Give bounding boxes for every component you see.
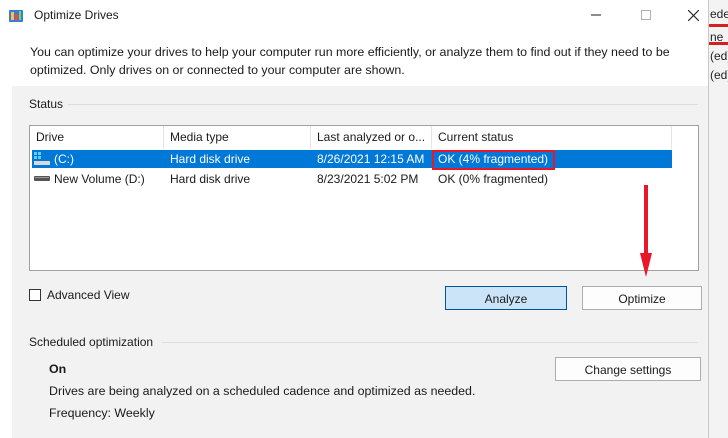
maximize-button[interactable]: [623, 0, 669, 30]
optimize-drives-app-icon: [9, 10, 23, 22]
drive-current-status: OK (0% fragmented): [438, 172, 549, 186]
drive-media-type: Hard disk drive: [170, 172, 251, 186]
optimize-button[interactable]: Optimize: [582, 286, 702, 310]
drive-media-type: Hard disk drive: [170, 152, 251, 166]
analyze-button[interactable]: Analyze: [445, 286, 567, 310]
drive-last-analyzed: 8/23/2021 5:02 PM: [317, 172, 419, 186]
background-text: (ed): [710, 49, 728, 63]
schedule-section-label: Scheduled optimization: [29, 335, 154, 349]
minimize-icon: [591, 14, 601, 16]
status-divider: [68, 104, 698, 105]
column-header-media-type[interactable]: Media type: [164, 126, 311, 149]
schedule-state: On: [49, 362, 67, 376]
advanced-view-label[interactable]: Advanced View: [47, 288, 130, 302]
change-settings-button[interactable]: Change settings: [555, 357, 701, 381]
drive-last-analyzed: 8/26/2021 12:15 AM: [317, 152, 425, 166]
column-header-current-status[interactable]: Current status: [432, 126, 672, 149]
minimize-button[interactable]: [573, 0, 619, 30]
advanced-view-checkbox[interactable]: [29, 289, 41, 301]
maximize-icon: [641, 10, 651, 20]
drive-name: New Volume (D:): [54, 172, 145, 186]
optimize-drives-window: Optimize Drives You can optimize your dr…: [0, 0, 709, 438]
drives-list[interactable]: Drive Media type Last analyzed or o... C…: [29, 125, 699, 271]
column-header-drive[interactable]: Drive: [30, 126, 164, 149]
schedule-divider: [162, 342, 698, 343]
close-icon: [687, 9, 699, 21]
drive-row-c[interactable]: (C:) Hard disk drive 8/26/2021 12:15 AM …: [32, 150, 672, 168]
hard-drive-icon: [34, 176, 50, 181]
column-header-last-analyzed[interactable]: Last analyzed or o...: [311, 126, 432, 149]
status-section-label: Status: [29, 97, 64, 111]
annotation-arrow-icon: [640, 185, 652, 277]
title-bar[interactable]: Optimize Drives: [0, 0, 708, 32]
system-drive-icon: [34, 152, 50, 165]
background-highlight: [708, 42, 728, 45]
status-highlight-box: [432, 150, 555, 170]
schedule-detail: Drives are being analyzed on a scheduled…: [49, 384, 476, 398]
window-description: You can optimize your drives to help you…: [30, 45, 670, 77]
background-text: (ed): [710, 68, 728, 82]
background-window: eded) ne (ed) (ed): [708, 0, 728, 438]
drive-name: (C:): [54, 152, 74, 166]
close-button[interactable]: [670, 0, 716, 30]
schedule-frequency: Frequency: Weekly: [49, 406, 155, 420]
window-title: Optimize Drives: [34, 8, 119, 22]
drive-row-d[interactable]: New Volume (D:) Hard disk drive 8/23/202…: [32, 170, 672, 188]
